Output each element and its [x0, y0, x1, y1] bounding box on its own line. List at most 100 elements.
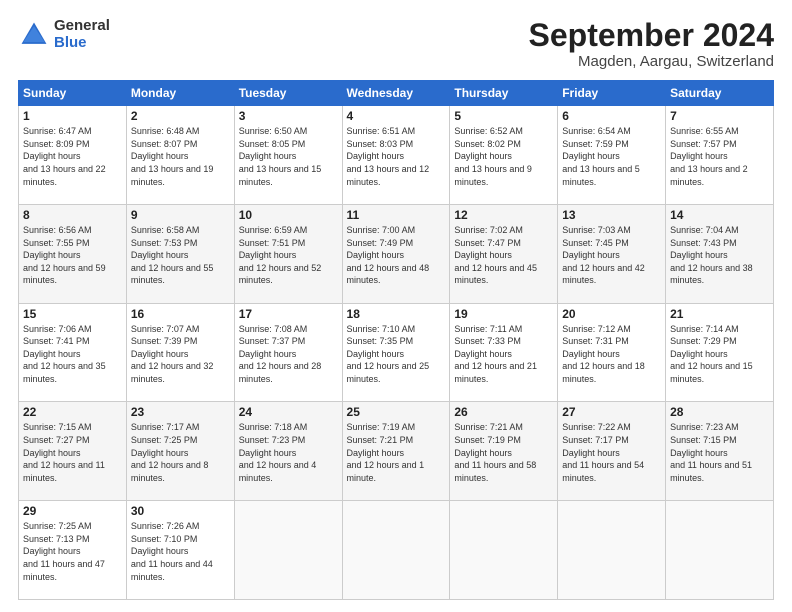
- day-number: 23: [131, 405, 230, 419]
- title-month: September 2024: [529, 18, 774, 53]
- header-friday: Friday: [558, 81, 666, 106]
- day-number: 21: [670, 307, 769, 321]
- day-number: 15: [23, 307, 122, 321]
- header-tuesday: Tuesday: [234, 81, 342, 106]
- day-number: 30: [131, 504, 230, 518]
- day-info: Sunrise: 7:12 AMSunset: 7:31 PMDaylight …: [562, 324, 645, 384]
- day-info: Sunrise: 7:26 AMSunset: 7:10 PMDaylight …: [131, 521, 213, 581]
- day-info: Sunrise: 6:54 AMSunset: 7:59 PMDaylight …: [562, 126, 640, 186]
- table-row: 7 Sunrise: 6:55 AMSunset: 7:57 PMDayligh…: [666, 106, 774, 205]
- table-row: 29 Sunrise: 7:25 AMSunset: 7:13 PMDaylig…: [19, 501, 127, 600]
- table-row: [666, 501, 774, 600]
- table-row: 24 Sunrise: 7:18 AMSunset: 7:23 PMDaylig…: [234, 402, 342, 501]
- day-info: Sunrise: 7:15 AMSunset: 7:27 PMDaylight …: [23, 422, 105, 482]
- table-row: 18 Sunrise: 7:10 AMSunset: 7:35 PMDaylig…: [342, 303, 450, 402]
- table-row: 22 Sunrise: 7:15 AMSunset: 7:27 PMDaylig…: [19, 402, 127, 501]
- logo-icon: [18, 19, 50, 51]
- day-info: Sunrise: 7:08 AMSunset: 7:37 PMDaylight …: [239, 324, 322, 384]
- day-number: 10: [239, 208, 338, 222]
- table-row: 2 Sunrise: 6:48 AMSunset: 8:07 PMDayligh…: [126, 106, 234, 205]
- day-number: 24: [239, 405, 338, 419]
- day-number: 29: [23, 504, 122, 518]
- day-number: 22: [23, 405, 122, 419]
- table-row: [342, 501, 450, 600]
- table-row: 25 Sunrise: 7:19 AMSunset: 7:21 PMDaylig…: [342, 402, 450, 501]
- day-number: 8: [23, 208, 122, 222]
- day-info: Sunrise: 6:52 AMSunset: 8:02 PMDaylight …: [454, 126, 532, 186]
- header-monday: Monday: [126, 81, 234, 106]
- table-row: 12 Sunrise: 7:02 AMSunset: 7:47 PMDaylig…: [450, 204, 558, 303]
- table-row: 6 Sunrise: 6:54 AMSunset: 7:59 PMDayligh…: [558, 106, 666, 205]
- day-number: 14: [670, 208, 769, 222]
- table-row: [558, 501, 666, 600]
- day-number: 6: [562, 109, 661, 123]
- header: General Blue September 2024 Magden, Aarg…: [18, 18, 774, 70]
- calendar-week-row: 1 Sunrise: 6:47 AMSunset: 8:09 PMDayligh…: [19, 106, 774, 205]
- header-thursday: Thursday: [450, 81, 558, 106]
- day-info: Sunrise: 7:22 AMSunset: 7:17 PMDaylight …: [562, 422, 644, 482]
- logo-text: General Blue: [54, 18, 110, 51]
- day-number: 25: [347, 405, 446, 419]
- day-number: 2: [131, 109, 230, 123]
- day-info: Sunrise: 6:58 AMSunset: 7:53 PMDaylight …: [131, 225, 214, 285]
- day-number: 27: [562, 405, 661, 419]
- table-row: 27 Sunrise: 7:22 AMSunset: 7:17 PMDaylig…: [558, 402, 666, 501]
- table-row: 15 Sunrise: 7:06 AMSunset: 7:41 PMDaylig…: [19, 303, 127, 402]
- title-location: Magden, Aargau, Switzerland: [529, 53, 774, 70]
- day-number: 7: [670, 109, 769, 123]
- day-info: Sunrise: 7:25 AMSunset: 7:13 PMDaylight …: [23, 521, 105, 581]
- logo: General Blue: [18, 18, 110, 51]
- day-info: Sunrise: 7:11 AMSunset: 7:33 PMDaylight …: [454, 324, 537, 384]
- day-info: Sunrise: 7:18 AMSunset: 7:23 PMDaylight …: [239, 422, 317, 482]
- logo-blue: Blue: [54, 35, 110, 52]
- table-row: 11 Sunrise: 7:00 AMSunset: 7:49 PMDaylig…: [342, 204, 450, 303]
- day-info: Sunrise: 7:23 AMSunset: 7:15 PMDaylight …: [670, 422, 752, 482]
- table-row: 20 Sunrise: 7:12 AMSunset: 7:31 PMDaylig…: [558, 303, 666, 402]
- day-number: 18: [347, 307, 446, 321]
- day-number: 28: [670, 405, 769, 419]
- day-number: 17: [239, 307, 338, 321]
- table-row: 9 Sunrise: 6:58 AMSunset: 7:53 PMDayligh…: [126, 204, 234, 303]
- day-number: 16: [131, 307, 230, 321]
- day-info: Sunrise: 7:03 AMSunset: 7:45 PMDaylight …: [562, 225, 645, 285]
- table-row: 17 Sunrise: 7:08 AMSunset: 7:37 PMDaylig…: [234, 303, 342, 402]
- table-row: 3 Sunrise: 6:50 AMSunset: 8:05 PMDayligh…: [234, 106, 342, 205]
- table-row: 19 Sunrise: 7:11 AMSunset: 7:33 PMDaylig…: [450, 303, 558, 402]
- day-number: 26: [454, 405, 553, 419]
- table-row: 21 Sunrise: 7:14 AMSunset: 7:29 PMDaylig…: [666, 303, 774, 402]
- day-number: 5: [454, 109, 553, 123]
- day-number: 12: [454, 208, 553, 222]
- day-info: Sunrise: 6:55 AMSunset: 7:57 PMDaylight …: [670, 126, 748, 186]
- calendar-week-row: 15 Sunrise: 7:06 AMSunset: 7:41 PMDaylig…: [19, 303, 774, 402]
- table-row: 23 Sunrise: 7:17 AMSunset: 7:25 PMDaylig…: [126, 402, 234, 501]
- day-number: 1: [23, 109, 122, 123]
- table-row: 16 Sunrise: 7:07 AMSunset: 7:39 PMDaylig…: [126, 303, 234, 402]
- table-row: [450, 501, 558, 600]
- header-wednesday: Wednesday: [342, 81, 450, 106]
- logo-general: General: [54, 18, 110, 35]
- table-row: 4 Sunrise: 6:51 AMSunset: 8:03 PMDayligh…: [342, 106, 450, 205]
- table-row: 28 Sunrise: 7:23 AMSunset: 7:15 PMDaylig…: [666, 402, 774, 501]
- day-number: 19: [454, 307, 553, 321]
- table-row: 5 Sunrise: 6:52 AMSunset: 8:02 PMDayligh…: [450, 106, 558, 205]
- day-info: Sunrise: 6:56 AMSunset: 7:55 PMDaylight …: [23, 225, 106, 285]
- day-info: Sunrise: 7:06 AMSunset: 7:41 PMDaylight …: [23, 324, 106, 384]
- header-saturday: Saturday: [666, 81, 774, 106]
- calendar-week-row: 8 Sunrise: 6:56 AMSunset: 7:55 PMDayligh…: [19, 204, 774, 303]
- day-info: Sunrise: 7:02 AMSunset: 7:47 PMDaylight …: [454, 225, 537, 285]
- day-info: Sunrise: 6:47 AMSunset: 8:09 PMDaylight …: [23, 126, 106, 186]
- day-info: Sunrise: 7:19 AMSunset: 7:21 PMDaylight …: [347, 422, 425, 482]
- day-number: 20: [562, 307, 661, 321]
- calendar-table: Sunday Monday Tuesday Wednesday Thursday…: [18, 80, 774, 600]
- day-info: Sunrise: 7:04 AMSunset: 7:43 PMDaylight …: [670, 225, 753, 285]
- day-info: Sunrise: 6:50 AMSunset: 8:05 PMDaylight …: [239, 126, 322, 186]
- header-sunday: Sunday: [19, 81, 127, 106]
- day-info: Sunrise: 7:21 AMSunset: 7:19 PMDaylight …: [454, 422, 536, 482]
- table-row: 10 Sunrise: 6:59 AMSunset: 7:51 PMDaylig…: [234, 204, 342, 303]
- day-number: 9: [131, 208, 230, 222]
- table-row: 8 Sunrise: 6:56 AMSunset: 7:55 PMDayligh…: [19, 204, 127, 303]
- calendar-week-row: 22 Sunrise: 7:15 AMSunset: 7:27 PMDaylig…: [19, 402, 774, 501]
- page: General Blue September 2024 Magden, Aarg…: [0, 0, 792, 612]
- day-info: Sunrise: 7:10 AMSunset: 7:35 PMDaylight …: [347, 324, 430, 384]
- table-row: 1 Sunrise: 6:47 AMSunset: 8:09 PMDayligh…: [19, 106, 127, 205]
